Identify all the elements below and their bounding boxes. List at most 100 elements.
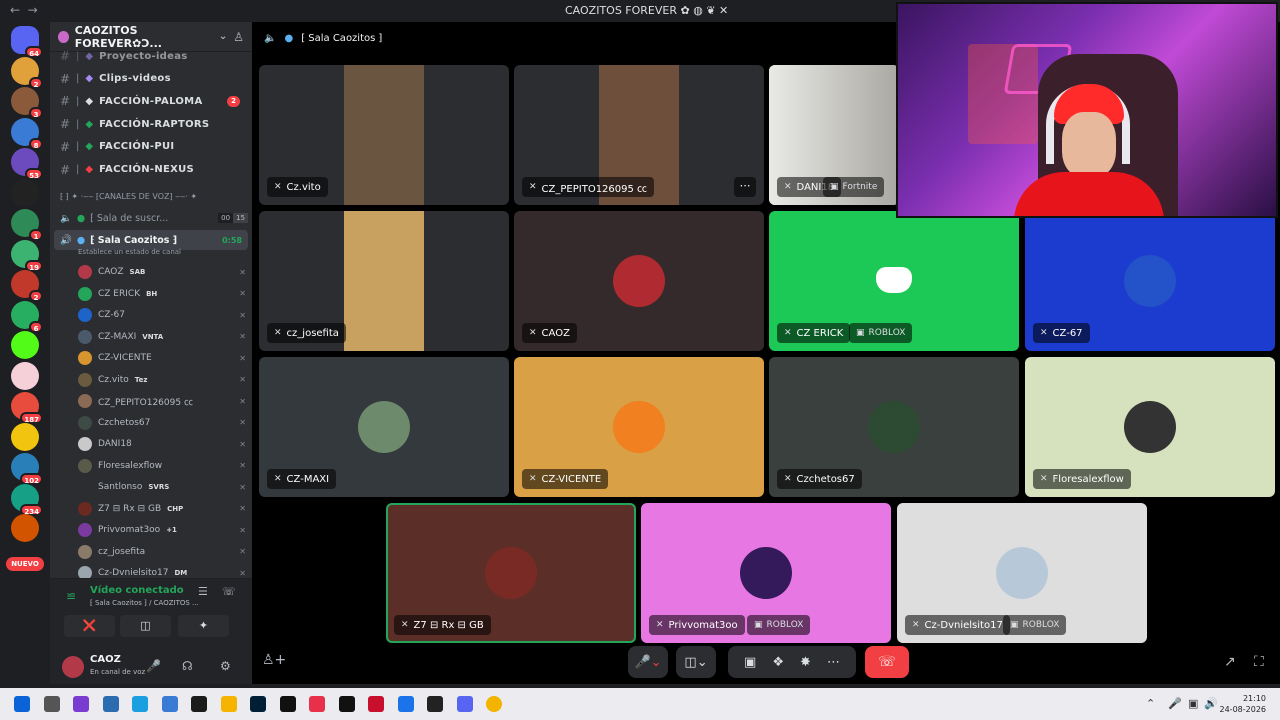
participant-tile[interactable]: ✕ CZ-MAXI	[259, 357, 509, 497]
participant-tile[interactable]: ✕ Floresalexflow	[1025, 357, 1275, 497]
screen-share-icon[interactable]: ▣	[744, 655, 756, 670]
guild-5[interactable]: 1	[11, 209, 43, 241]
mute-icon[interactable]: 🎤	[146, 659, 161, 673]
text-channel[interactable]: # | ◆ Clips-videos	[54, 69, 248, 89]
voice-member[interactable]: CZ-MAXI VNTA ✕	[78, 327, 246, 347]
activities-icon[interactable]: ❖	[772, 655, 784, 670]
guild-9[interactable]	[11, 361, 39, 390]
taskview-icon[interactable]	[102, 696, 119, 712]
app-icon[interactable]	[368, 696, 384, 712]
voice-channel-suscr[interactable]: 🔈 ● ⁅ Sala de suscr... 00 15	[54, 208, 248, 228]
tiktok-icon[interactable]	[338, 696, 355, 712]
apps-icon[interactable]	[73, 696, 89, 712]
text-channel[interactable]: # | ◆ Proyecto-ideas	[54, 46, 248, 66]
mic-toggle-button[interactable]: 🎤⌄	[628, 646, 668, 678]
fullscreen-icon[interactable]: ⛶	[1254, 654, 1264, 670]
guild-14[interactable]	[11, 514, 39, 542]
back-forward-icons[interactable]: ← →	[10, 3, 38, 17]
mouse-icon[interactable]	[43, 696, 60, 712]
channel-status-hint[interactable]: Establece un estado de canal	[78, 248, 181, 256]
text-channel[interactable]: # | ◆ FACCIÓN-NEXUS	[54, 160, 248, 180]
chrome-icon[interactable]	[486, 696, 502, 712]
more-options-button[interactable]: ⋯	[734, 177, 756, 197]
camera-button[interactable]: ◫⌄	[676, 646, 716, 678]
store-icon[interactable]	[161, 696, 178, 712]
participant-tile[interactable]: ✕ Privvomat3oo ▣ ROBLOX	[641, 503, 891, 643]
volume-icon[interactable]: 🔊	[1204, 697, 1218, 710]
guild-7[interactable]: 2	[11, 270, 43, 302]
voice-member[interactable]: Floresalexflow ✕	[78, 456, 246, 476]
discord-home-icon[interactable]: 64	[11, 26, 43, 58]
guild-13[interactable]: 234	[11, 483, 43, 516]
guild-12[interactable]: 102	[11, 453, 43, 485]
guild-11[interactable]	[11, 422, 39, 451]
voice-member[interactable]: CZ ERICK BH ✕	[78, 284, 246, 304]
participant-tile[interactable]: ✕ Cz.vito	[259, 65, 509, 205]
soundboard-icon[interactable]: ✸	[800, 655, 811, 670]
participant-tile[interactable]: ✕ Z7 ⊟ Rx ⊟ GB	[386, 503, 636, 643]
more-icon[interactable]: ⋯	[827, 655, 840, 670]
text-channel[interactable]: # | ◆ FACCIÓN-PUI	[54, 137, 248, 157]
voice-member[interactable]: CZ_PEPITO126095 ㏄ ✕	[78, 391, 246, 411]
voice-member[interactable]: DANI18 ✕	[78, 434, 246, 454]
participant-tile[interactable]: ✕ cz_josefita	[259, 211, 509, 351]
signal-icon[interactable]: ≌	[66, 589, 76, 603]
participant-tile[interactable]: ✕ CZ ERICK ▣ ROBLOX	[769, 211, 1019, 351]
network-icon[interactable]: ▣	[1188, 697, 1198, 710]
guild-4[interactable]: 53	[11, 148, 43, 180]
voice-member[interactable]: CAOZ SAB ✕	[78, 262, 246, 282]
popout-icon[interactable]: ↗	[1224, 654, 1236, 670]
add-people-icon[interactable]: ♙+	[262, 652, 286, 668]
participant-tile[interactable]: ✕ CZ-67	[1025, 211, 1275, 351]
voice-channel-active[interactable]: 🔊 ● ⁅ Sala Caozitos ⁆ 0:58	[54, 230, 248, 250]
participant-tile[interactable]: ✕ Czchetos67	[769, 357, 1019, 497]
participant-tile[interactable]: ✕ CZ-VICENTE	[514, 357, 764, 497]
activities-button[interactable]: ✦	[178, 615, 229, 637]
voice-member[interactable]: CZ-VICENTE ✕	[78, 348, 246, 368]
guild-3[interactable]: 8	[11, 117, 43, 150]
guild-1[interactable]: 2	[11, 56, 43, 89]
hangup-button[interactable]: ☏	[865, 646, 909, 678]
category-voice[interactable]: ⁅ ⁆ ✦ ·‒‒ ⁅CANALES DE VOZ⁆ ‒‒· ✦	[60, 192, 197, 201]
voice-member[interactable]: Z7 ⊟ Rx ⊟ GB CHP ✕	[78, 499, 246, 519]
obs-icon[interactable]	[427, 696, 443, 712]
invite-icon[interactable]: ♙	[233, 30, 244, 44]
clock[interactable]: 21:10 24-08-2026	[1220, 693, 1267, 715]
headset-app-icon[interactable]	[191, 696, 207, 712]
camera-toggle-button[interactable]: ❌	[64, 615, 115, 637]
epic-games-icon[interactable]	[279, 696, 296, 712]
noise-suppression-icon[interactable]: ☰	[198, 585, 208, 598]
participant-tile[interactable]: ✕ CZ_PEPITO126095 ㏄ ⋯	[514, 65, 764, 205]
voice-member[interactable]: Czchetos67 ✕	[78, 413, 246, 433]
chevron-up-icon[interactable]: ⌃	[1146, 697, 1155, 710]
folder-icon[interactable]	[220, 696, 237, 712]
guild-8[interactable]: 6	[11, 300, 43, 333]
avatar[interactable]	[62, 656, 84, 678]
capcut-icon[interactable]	[309, 696, 325, 712]
participant-tile[interactable]: ✕ CAOZ	[514, 211, 764, 351]
text-channel[interactable]: # | ◆ FACCIÓN-RAPTORS	[54, 114, 248, 134]
guild-6[interactable]: 19	[11, 239, 43, 272]
guild-2[interactable]: 3	[11, 87, 43, 119]
discord-icon[interactable]	[456, 696, 473, 712]
participant-tile[interactable]: ✕ Cz-Dvnielsito17 ▣ ROBLOX	[897, 503, 1147, 643]
app-icon[interactable]	[397, 696, 414, 712]
voice-member[interactable]: Cz.vito Tez ✕	[78, 370, 246, 390]
disconnect-icon[interactable]: ☏	[222, 585, 236, 598]
guild-kick[interactable]	[11, 331, 39, 359]
screen-share-button[interactable]: ◫	[120, 615, 171, 637]
voice-member[interactable]: cz_josefita ✕	[78, 542, 246, 562]
mic-icon[interactable]: 🎤	[1168, 697, 1182, 710]
start-icon[interactable]	[14, 696, 30, 712]
voice-member[interactable]: CZ-67 ✕	[78, 305, 246, 325]
edge-icon[interactable]	[132, 696, 148, 712]
connection-status[interactable]: Vídeo conectado	[90, 585, 184, 596]
user-name[interactable]: CAOZ	[90, 654, 121, 665]
chevron-down-icon[interactable]: ⌄	[219, 31, 227, 42]
headphones-icon[interactable]: ☊	[182, 659, 193, 673]
voice-member[interactable]: Santlonso SVRS ✕	[78, 477, 246, 497]
guild-elite[interactable]	[11, 178, 39, 207]
participant-tile[interactable]: ✕ DANI18 ▣ Fortnite	[769, 65, 899, 205]
guild-10[interactable]: 187	[11, 392, 43, 424]
voice-member[interactable]: Privvomat3oo +1 ✕	[78, 520, 246, 540]
